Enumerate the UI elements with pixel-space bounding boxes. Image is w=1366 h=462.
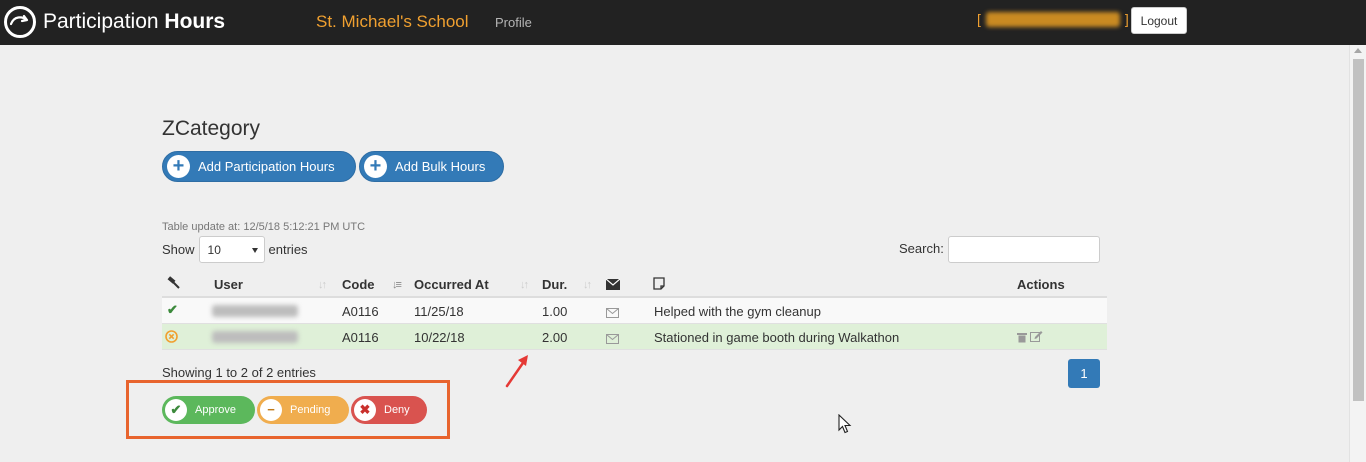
- column-header-occurred-at[interactable]: Occurred At: [414, 277, 489, 292]
- search-label: Search:: [899, 241, 944, 256]
- row-note: Helped with the gym cleanup: [654, 304, 821, 319]
- logout-button[interactable]: Logout: [1131, 7, 1187, 34]
- page-title: ZCategory: [162, 117, 261, 140]
- close-icon: ✖: [354, 399, 376, 421]
- add-bulk-hours-button[interactable]: + Add Bulk Hours: [359, 151, 504, 182]
- add-participation-hours-button[interactable]: + Add Participation Hours: [162, 151, 356, 182]
- brand-title: Participation Hours: [43, 10, 226, 33]
- envelope-outline-icon[interactable]: [606, 332, 619, 347]
- minus-icon: −: [260, 399, 282, 421]
- table-info: Showing 1 to 2 of 2 entries: [162, 365, 316, 380]
- table-update-timestamp: Table update at: 12/5/18 5:12:21 PM UTC: [162, 221, 366, 233]
- annotation-arrow-icon: [505, 355, 528, 388]
- redacted-user-name: [212, 305, 298, 317]
- envelope-outline-icon[interactable]: [606, 306, 619, 321]
- edit-icon[interactable]: [1030, 330, 1043, 345]
- sort-icon[interactable]: ↓↑: [583, 279, 592, 291]
- check-icon: ✔: [165, 399, 187, 421]
- brand-logo-icon: [4, 6, 36, 38]
- sort-icon[interactable]: ↓↑: [520, 279, 529, 291]
- sort-desc-icon[interactable]: ↓≡: [392, 279, 402, 291]
- sort-icon[interactable]: ↓↑: [318, 279, 327, 291]
- pending-status-icon: [165, 330, 178, 346]
- mouse-cursor-icon: [838, 414, 852, 434]
- trash-icon[interactable]: [1017, 331, 1027, 346]
- deny-button[interactable]: ✖ Deny: [351, 396, 427, 424]
- participation-table: User ↓↑ Code ↓≡ Occurred At ↓↑ Dur. ↓↑ A…: [162, 270, 1107, 350]
- user-email: [ ]: [977, 11, 1129, 27]
- column-header-actions: Actions: [1017, 277, 1065, 292]
- column-header-duration[interactable]: Dur.: [542, 277, 567, 292]
- note-icon: [653, 277, 665, 293]
- redacted-email: [985, 11, 1120, 27]
- vertical-scrollbar[interactable]: [1349, 45, 1366, 462]
- row-occurred-at: 10/22/18: [414, 330, 465, 345]
- scroll-thumb[interactable]: [1353, 59, 1364, 401]
- row-duration: 2.00: [542, 330, 568, 345]
- row-code: A0116: [342, 304, 379, 319]
- table-row[interactable]: A0116 10/22/18 2.00 Stationed in game bo…: [162, 324, 1107, 350]
- table-header: User ↓↑ Code ↓≡ Occurred At ↓↑ Dur. ↓↑ A…: [162, 270, 1107, 298]
- column-header-code[interactable]: Code: [342, 277, 375, 292]
- gavel-icon[interactable]: [167, 276, 180, 293]
- column-header-user[interactable]: User: [214, 277, 243, 292]
- search-input[interactable]: [948, 236, 1100, 263]
- school-name-link[interactable]: St. Michael's School: [316, 12, 469, 32]
- profile-link[interactable]: Profile: [495, 15, 532, 30]
- chevron-down-icon: [251, 248, 258, 253]
- page-1-button[interactable]: 1: [1068, 359, 1100, 388]
- row-duration: 1.00: [542, 304, 568, 319]
- plus-icon: +: [167, 155, 190, 178]
- top-navbar: Participation Hours St. Michael's School…: [0, 0, 1366, 45]
- page-length-select[interactable]: 10: [198, 236, 265, 263]
- approved-check-icon: ✔: [167, 302, 178, 317]
- pending-button[interactable]: − Pending: [257, 396, 349, 424]
- table-row[interactable]: ✔ A0116 11/25/18 1.00 Helped with the gy…: [162, 298, 1107, 324]
- brand[interactable]: Participation Hours: [4, 6, 225, 38]
- scroll-up-arrow-icon[interactable]: [1354, 48, 1362, 53]
- redacted-user-name: [212, 331, 298, 343]
- plus-icon: +: [364, 155, 387, 178]
- row-code: A0116: [342, 330, 379, 345]
- row-occurred-at: 11/25/18: [414, 304, 464, 319]
- row-note: Stationed in game booth during Walkathon: [654, 330, 900, 345]
- page-length-control: Show 10 entries: [162, 236, 308, 263]
- envelope-icon: [605, 278, 621, 293]
- approve-button[interactable]: ✔ Approve: [162, 396, 255, 424]
